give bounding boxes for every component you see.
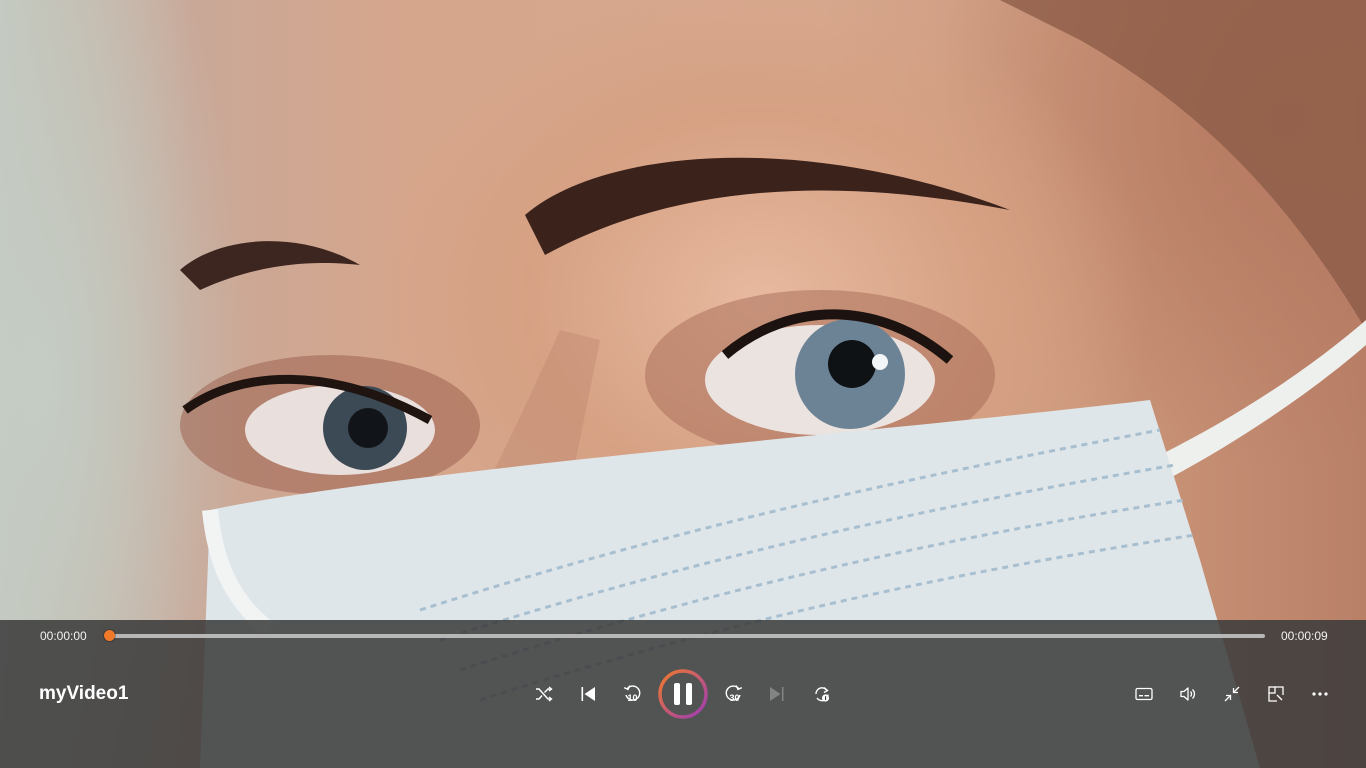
subtitles-icon — [1135, 687, 1153, 701]
skip-back-label: 10 — [627, 693, 638, 703]
more-options-icon — [1312, 692, 1328, 696]
previous-button[interactable] — [572, 678, 604, 710]
previous-icon — [581, 687, 595, 701]
exit-fullscreen-button[interactable] — [1216, 678, 1248, 710]
shuffle-icon — [536, 686, 553, 702]
volume-button[interactable] — [1172, 678, 1204, 710]
exit-fullscreen-icon — [1224, 686, 1240, 702]
seek-bar[interactable] — [110, 634, 1265, 638]
media-player-window: 00:00:00 00:00:09 myVideo1 10 30 — [0, 0, 1366, 768]
repeat-button[interactable] — [806, 678, 838, 710]
video-title: myVideo1 — [39, 683, 129, 704]
mini-player-button[interactable] — [1260, 678, 1292, 710]
shuffle-button[interactable] — [528, 678, 560, 710]
seek-bar-thumb[interactable] — [104, 630, 115, 641]
mini-player-icon — [1268, 686, 1284, 702]
play-pause-button[interactable] — [657, 668, 709, 720]
repeat-one-icon — [815, 686, 830, 702]
pause-icon — [658, 669, 708, 719]
next-button[interactable] — [761, 678, 793, 710]
total-duration: 00:00:09 — [1281, 629, 1328, 643]
current-time: 00:00:00 — [40, 629, 87, 643]
skip-forward-button[interactable]: 30 — [718, 675, 750, 711]
subtitles-button[interactable] — [1128, 678, 1160, 710]
skip-back-button[interactable]: 10 — [616, 675, 648, 711]
volume-icon — [1180, 687, 1196, 701]
next-icon — [770, 687, 784, 701]
more-options-button[interactable] — [1304, 678, 1336, 710]
control-bar: 00:00:00 00:00:09 myVideo1 10 30 — [0, 620, 1366, 768]
skip-forward-label: 30 — [729, 693, 740, 703]
